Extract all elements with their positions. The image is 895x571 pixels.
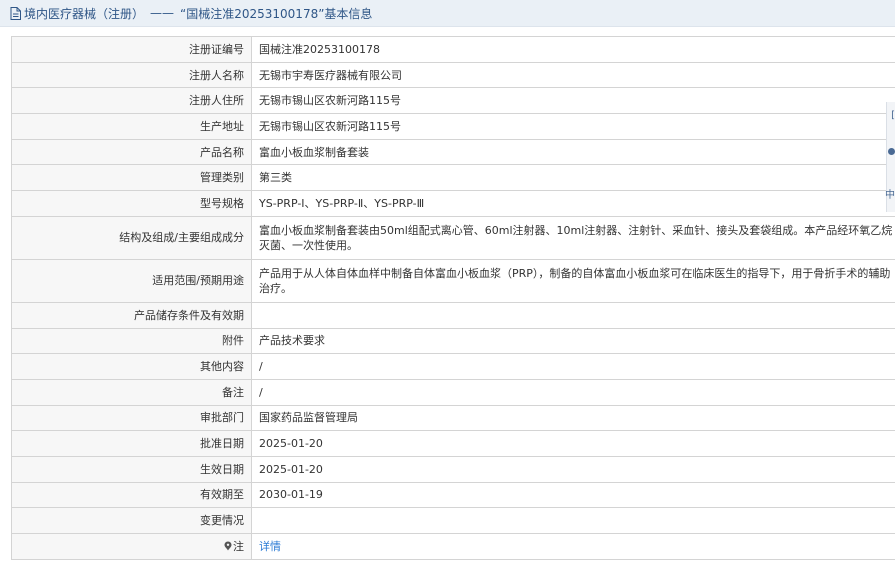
field-value: YS-PRP-Ⅰ、YS-PRP-Ⅱ、YS-PRP-Ⅲ — [251, 190, 895, 217]
field-label: 批准日期 — [11, 430, 252, 457]
table-row: 生效日期 2025-01-20 — [11, 455, 895, 483]
field-label: 注册人名称 — [11, 61, 252, 89]
field-value: 2030-01-19 — [251, 481, 895, 509]
table-row: 注册人名称 无锡市宇寿医疗器械有限公司 — [11, 61, 895, 89]
field-label: 其他内容 — [11, 353, 252, 380]
table-row: 注册人住所 无锡市锡山区农新河路115号 — [11, 87, 895, 115]
breadcrumb-category: 境内医疗器械（注册） — [24, 6, 145, 21]
field-label: 注册人住所 — [11, 87, 252, 115]
note-label: 注 — [233, 539, 244, 553]
table-row: 备注 / — [11, 378, 895, 406]
table-row: 适用范围/预期用途 产品用于从人体自体血样中制备自体富血小板血浆（PRP），制备的… — [11, 258, 895, 303]
side-floating-toolbar[interactable]: [ 中 — [885, 102, 895, 212]
table-row: 注册证编号 国械注准20253100178 — [11, 36, 895, 63]
field-value — [251, 507, 895, 534]
field-value: 无锡市锡山区农新河路115号 — [251, 87, 895, 115]
field-value — [251, 301, 895, 329]
side-dot-icon — [888, 148, 895, 155]
field-label: 管理类别 — [11, 164, 252, 192]
field-label: 有效期至 — [11, 481, 252, 509]
table-row: 产品储存条件及有效期 — [11, 301, 895, 329]
table-row: 批准日期 2025-01-20 — [11, 430, 895, 457]
field-label: 变更情况 — [11, 507, 252, 534]
field-value: 国家药品监督管理局 — [251, 404, 895, 432]
field-value: 产品用于从人体自体血样中制备自体富血小板血浆（PRP），制备的自体富血小板血浆可… — [251, 258, 895, 303]
detail-table: 注册证编号 国械注准20253100178 注册人名称 无锡市宇寿医疗器械有限公司 … — [11, 36, 895, 560]
note-value-cell: 详情 — [251, 533, 895, 560]
side-tab-bracket: [ — [891, 110, 895, 121]
table-row: 生产地址 无锡市锡山区农新河路115号 — [11, 113, 895, 140]
page-title: “国械注准20253100178”基本信息 — [180, 6, 373, 21]
field-label: 生效日期 — [11, 455, 252, 483]
side-tab-language: 中 — [885, 190, 895, 201]
field-label: 注册证编号 — [11, 36, 252, 63]
field-value: 富血小板血浆制备套装 — [251, 138, 895, 166]
table-row: 型号规格 YS-PRP-Ⅰ、YS-PRP-Ⅱ、YS-PRP-Ⅲ — [11, 190, 895, 217]
table-row: 其他内容 / — [11, 353, 895, 380]
table-row: 结构及组成/主要组成成分 富血小板血浆制备套装由50ml组配式离心管、60ml注射… — [11, 215, 895, 260]
table-row: 变更情况 — [11, 507, 895, 534]
table-row: 有效期至 2030-01-19 — [11, 481, 895, 509]
field-label: 附件 — [11, 327, 252, 355]
field-label: 生产地址 — [11, 113, 252, 140]
field-label: 产品名称 — [11, 138, 252, 166]
field-value: 无锡市锡山区农新河路115号 — [251, 113, 895, 140]
field-value: 2025-01-20 — [251, 455, 895, 483]
field-label: 适用范围/预期用途 — [11, 258, 252, 303]
page-title-bar: 境内医疗器械（注册） —— “国械注准20253100178”基本信息 — [0, 0, 895, 27]
note-label-cell: 注 — [11, 533, 252, 560]
field-value: 产品技术要求 — [251, 327, 895, 355]
field-label: 产品储存条件及有效期 — [11, 301, 252, 329]
field-value: 2025-01-20 — [251, 430, 895, 457]
breadcrumb-separator: —— — [150, 6, 175, 20]
table-row-note: 注 详情 — [11, 533, 895, 560]
detail-table-container: 注册证编号 国械注准20253100178 注册人名称 无锡市宇寿医疗器械有限公司 … — [11, 36, 895, 560]
field-value: / — [251, 353, 895, 380]
field-label: 结构及组成/主要组成成分 — [11, 215, 252, 260]
table-row: 管理类别 第三类 — [11, 164, 895, 192]
field-label: 审批部门 — [11, 404, 252, 432]
field-label: 型号规格 — [11, 190, 252, 217]
details-link[interactable]: 详情 — [259, 540, 281, 553]
table-row: 产品名称 富血小板血浆制备套装 — [11, 138, 895, 166]
field-value: / — [251, 378, 895, 406]
field-label: 备注 — [11, 378, 252, 406]
pin-icon — [224, 540, 232, 551]
field-value: 国械注准20253100178 — [251, 36, 895, 63]
table-row: 附件 产品技术要求 — [11, 327, 895, 355]
field-value: 无锡市宇寿医疗器械有限公司 — [251, 61, 895, 89]
field-value: 富血小板血浆制备套装由50ml组配式离心管、60ml注射器、10ml注射器、注射… — [251, 215, 895, 260]
document-icon — [10, 6, 21, 20]
table-row: 审批部门 国家药品监督管理局 — [11, 404, 895, 432]
field-value: 第三类 — [251, 164, 895, 192]
